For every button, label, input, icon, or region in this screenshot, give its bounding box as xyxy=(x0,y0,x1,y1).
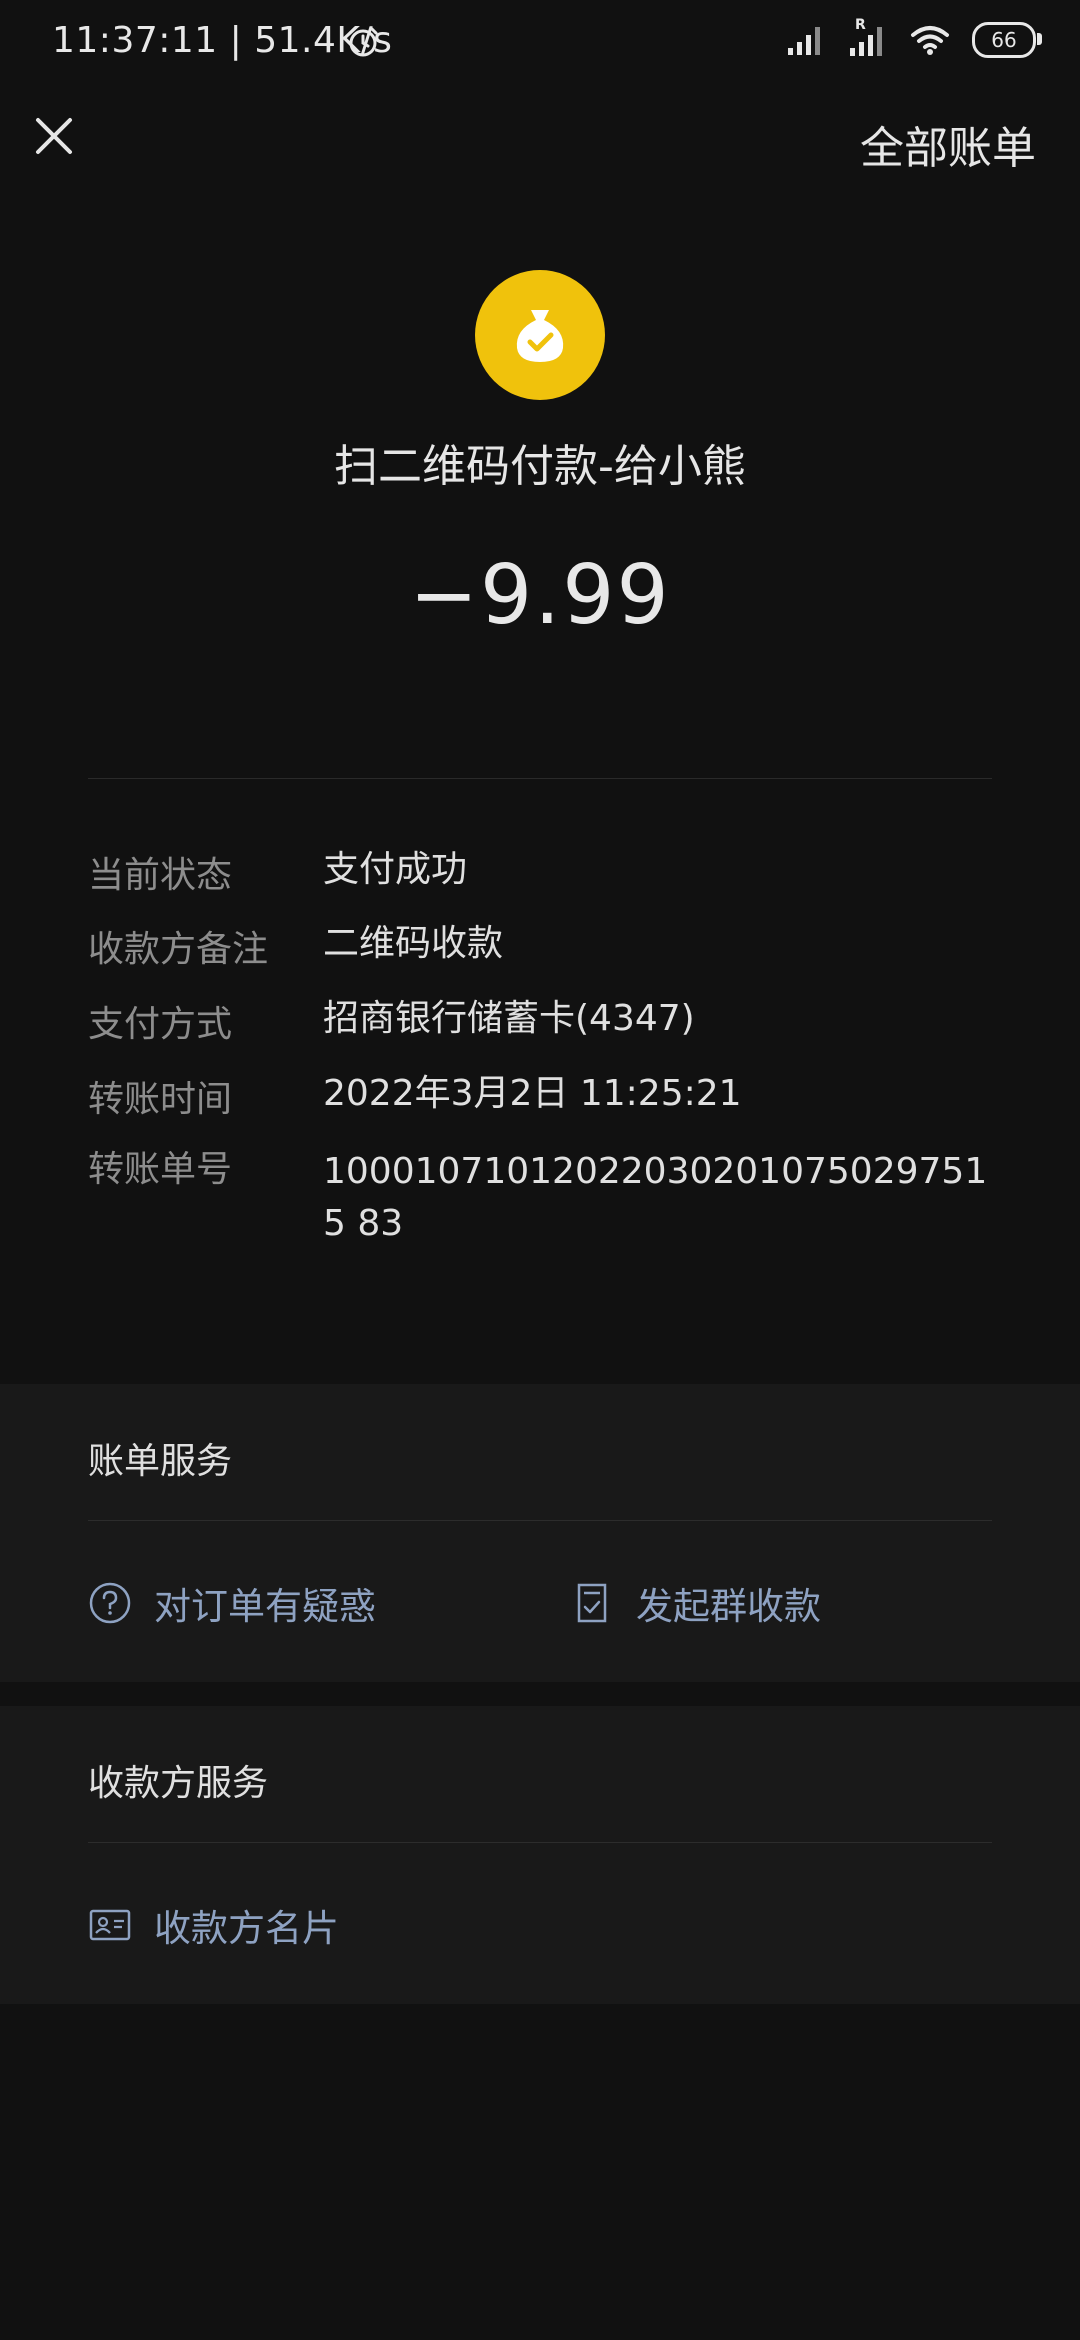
payee-card-label: 收款方名片 xyxy=(154,1907,339,1950)
detail-label: 当前状态 xyxy=(88,855,233,896)
battery-level: 66 xyxy=(991,28,1017,52)
contact-card-icon xyxy=(89,1909,131,1941)
receipt-check-icon xyxy=(577,1583,607,1623)
signal-icon xyxy=(788,27,820,55)
close-icon xyxy=(36,118,72,154)
signal-roaming-icon: R xyxy=(848,17,888,57)
alarm-icon xyxy=(345,24,381,64)
detail-row-transfer-number: 转账单号 100010710120220302010750297515 83 xyxy=(88,1146,992,1250)
order-question-link[interactable]: 对订单有疑惑 xyxy=(88,1576,376,1630)
roaming-mark: R xyxy=(855,17,866,33)
merchant-avatar xyxy=(475,270,605,400)
detail-value: 二维码收款 xyxy=(323,923,504,964)
detail-value: 100010710120220302010750297515 83 xyxy=(323,1151,988,1244)
payee-service-divider xyxy=(88,1842,992,1843)
detail-row-payment-method: 支付方式 招商银行储蓄卡(4347) xyxy=(88,995,992,1047)
payment-amount: −9.99 xyxy=(409,548,671,643)
header-divider xyxy=(88,778,992,779)
payee-service-title: 收款方服务 xyxy=(88,1763,269,1804)
money-bag-check-icon xyxy=(516,310,564,362)
detail-label: 收款方备注 xyxy=(88,929,269,970)
payment-detail-screen: 11:37:11 | 51.4K/s R 66 全部账单 扫二维码付款-给小熊 … xyxy=(0,0,1080,2340)
question-circle-icon xyxy=(89,1582,131,1624)
payee-service-panel: 收款方服务 收款方名片 xyxy=(0,1706,1080,2004)
order-question-label: 对订单有疑惑 xyxy=(154,1585,376,1628)
detail-label: 转账时间 xyxy=(88,1079,233,1120)
bill-service-divider xyxy=(88,1520,992,1521)
status-time: 11:37:11 | 51.4K/s xyxy=(52,20,393,61)
status-icons: R 66 xyxy=(764,17,1042,58)
status-bar: 11:37:11 | 51.4K/s R 66 xyxy=(0,0,1080,90)
close-button[interactable] xyxy=(28,110,80,162)
detail-value: 招商银行储蓄卡(4347) xyxy=(323,998,695,1039)
group-collection-label: 发起群收款 xyxy=(636,1585,821,1628)
detail-value: 2022年3月2日 11:25:21 xyxy=(323,1073,742,1114)
wifi-icon xyxy=(911,26,949,55)
bill-service-panel: 账单服务 对订单有疑惑 发起群收款 xyxy=(0,1384,1080,1682)
detail-row-transfer-time: 转账时间 2022年3月2日 11:25:21 xyxy=(88,1070,992,1122)
detail-row-payee-note: 收款方备注 二维码收款 xyxy=(88,920,992,972)
detail-row-status: 当前状态 支付成功 xyxy=(88,846,992,898)
group-collection-link[interactable]: 发起群收款 xyxy=(570,1576,821,1630)
merchant-title: 扫二维码付款-给小熊 xyxy=(334,441,746,492)
payee-card-link[interactable]: 收款方名片 xyxy=(88,1898,339,1952)
battery-icon: 66 xyxy=(972,22,1042,58)
bill-service-title: 账单服务 xyxy=(88,1441,233,1482)
detail-value: 支付成功 xyxy=(323,849,468,890)
detail-label: 转账单号 xyxy=(88,1149,233,1190)
detail-label: 支付方式 xyxy=(88,1004,233,1045)
all-bills-link[interactable]: 全部账单 xyxy=(860,112,1036,176)
